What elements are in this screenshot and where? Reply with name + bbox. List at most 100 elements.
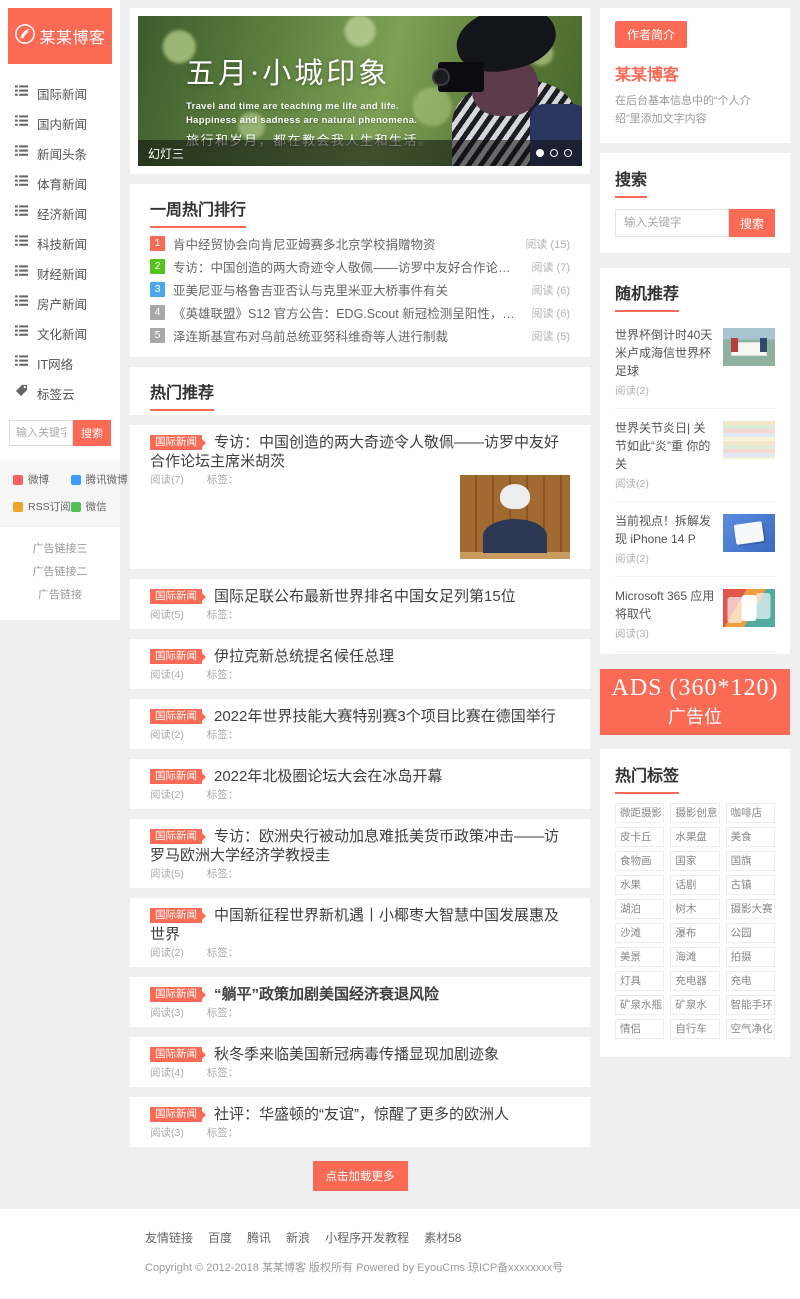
- category-badge[interactable]: 国际新闻: [150, 709, 202, 724]
- category-badge[interactable]: 国际新闻: [150, 769, 202, 784]
- tag-item[interactable]: 自行车: [670, 1019, 719, 1039]
- ad-link[interactable]: 广告链接三: [33, 540, 88, 556]
- sidebar-nav-item-tagcloud[interactable]: 标签云: [0, 378, 120, 408]
- friend-link[interactable]: 素材58: [424, 1229, 461, 1246]
- tag-item[interactable]: 灯具: [615, 971, 664, 991]
- slider-dot[interactable]: [564, 149, 572, 157]
- article-title[interactable]: 中国新征程世界新机遇丨小椰枣大智慧中国发展惠及世界: [150, 907, 559, 943]
- category-badge[interactable]: 国际新闻: [150, 589, 202, 604]
- slider[interactable]: 五月·小城印象 Travel and time are teaching me …: [138, 16, 582, 166]
- tag-item[interactable]: 充电: [726, 971, 775, 991]
- sidebar-nav-item[interactable]: 房产新闻: [0, 288, 120, 318]
- article-title[interactable]: 专访：中国创造的两大奇迹令人敬佩——访罗中友好合作论坛主席米胡茨: [150, 434, 559, 470]
- recommend-item[interactable]: Microsoft 365 应用将取代 阅读(3): [615, 577, 775, 652]
- ad-banner[interactable]: ADS (360*120) 广告位: [600, 669, 790, 735]
- article-thumbnail[interactable]: [460, 475, 570, 559]
- recommend-item[interactable]: 世界关节炎日| 关节如此“炎”重 你的关 阅读(2): [615, 409, 775, 502]
- rank-list-item[interactable]: 5 泽连斯基宣布对乌前总统亚努科维奇等人进行制裁 阅读 (5): [150, 324, 570, 347]
- ad-link[interactable]: 广告链接二: [33, 563, 88, 579]
- tag-item[interactable]: 情侣: [615, 1019, 664, 1039]
- tag-item[interactable]: 公园: [726, 923, 775, 943]
- category-badge[interactable]: 国际新闻: [150, 435, 202, 450]
- category-badge[interactable]: 国际新闻: [150, 829, 202, 844]
- tag-item[interactable]: 摄影大赛: [726, 899, 775, 919]
- friend-link[interactable]: 腾讯: [247, 1229, 271, 1246]
- ad-link[interactable]: 广告链接: [38, 586, 82, 602]
- article-card: 国际新闻专访：欧洲央行被动加息难抵美货币政策冲击——访罗马欧洲大学经济学教授圭 …: [130, 819, 590, 888]
- category-badge[interactable]: 国际新闻: [150, 1047, 202, 1062]
- friend-link[interactable]: 小程序开发教程: [325, 1229, 409, 1246]
- search-button[interactable]: 搜索: [729, 209, 775, 237]
- sidebar-nav-item[interactable]: IT网络: [0, 348, 120, 378]
- category-badge[interactable]: 国际新闻: [150, 908, 202, 923]
- category-badge[interactable]: 国际新闻: [150, 649, 202, 664]
- tag-item[interactable]: 微距摄影: [615, 803, 664, 823]
- sidebar-nav-item[interactable]: 经济新闻: [0, 198, 120, 228]
- article-title[interactable]: 伊拉克新总统提名候任总理: [214, 648, 394, 665]
- rank-list-item[interactable]: 1 肯中经贸协会向肯尼亚姆赛多北京学校捐赠物资 阅读 (15): [150, 232, 570, 255]
- hot-recommend-card: 热门推荐: [130, 367, 590, 415]
- tag-item[interactable]: 美景: [615, 947, 664, 967]
- tag-item[interactable]: 充电器: [670, 971, 719, 991]
- tag-item[interactable]: 水果: [615, 875, 664, 895]
- sidebar-nav-item[interactable]: 文化新闻: [0, 318, 120, 348]
- search-input[interactable]: [615, 209, 729, 237]
- random-recommend-list: 世界杯倒计时40天 米卢成海信世界杯足球 阅读(2) 世界关节炎日| 关节如此“…: [615, 316, 775, 652]
- article-title[interactable]: “躺平”政策加剧美国经济衰退风险: [214, 986, 439, 1003]
- tag-item[interactable]: 拍摄: [726, 947, 775, 967]
- slider-dot[interactable]: [550, 149, 558, 157]
- article-title[interactable]: 国际足联公布最新世界排名中国女足列第15位: [214, 588, 516, 605]
- rank-list-item[interactable]: 3 亚美尼亚与格鲁吉亚否认与克里米亚大桥事件有关 阅读 (6): [150, 278, 570, 301]
- article-title[interactable]: 2022年世界技能大赛特别赛3个项目比赛在德国举行: [214, 708, 556, 725]
- friend-link[interactable]: 新浪: [286, 1229, 310, 1246]
- tag-item[interactable]: 树木: [670, 899, 719, 919]
- rank-list-item[interactable]: 2 专访：中国创造的两大奇迹令人敬佩——访罗中友好合作论坛主席米胡茨 阅读 (7…: [150, 255, 570, 278]
- sidebar-search-input[interactable]: [9, 420, 73, 446]
- article-title[interactable]: 秋冬季来临美国新冠病毒传播显现加剧迹象: [214, 1046, 499, 1063]
- article-title[interactable]: 专访：欧洲央行被动加息难抵美货币政策冲击——访罗马欧洲大学经济学教授圭: [150, 828, 559, 864]
- category-badge[interactable]: 国际新闻: [150, 1107, 202, 1122]
- tag-item[interactable]: 咖啡店: [726, 803, 775, 823]
- social-link[interactable]: 微博: [13, 472, 71, 487]
- sidebar-nav-item[interactable]: 体育新闻: [0, 168, 120, 198]
- recommend-item[interactable]: 世界杯倒计时40天 米卢成海信世界杯足球 阅读(2): [615, 316, 775, 409]
- sidebar-search-button[interactable]: 搜索: [73, 420, 111, 446]
- tag-item[interactable]: 食物画: [615, 851, 664, 871]
- social-link[interactable]: 腾讯微博: [71, 472, 128, 487]
- sidebar-nav-item[interactable]: 科技新闻: [0, 228, 120, 258]
- social-link[interactable]: 微信: [71, 499, 128, 514]
- read-count: 阅读 (5): [532, 328, 571, 344]
- tag-item[interactable]: 瀑布: [670, 923, 719, 943]
- sidebar-nav-item[interactable]: 财经新闻: [0, 258, 120, 288]
- article-title[interactable]: 社评：华盛顿的“友谊”，惊醒了更多的欧洲人: [214, 1106, 509, 1123]
- tag-item[interactable]: 沙滩: [615, 923, 664, 943]
- tag-item[interactable]: 古镇: [726, 875, 775, 895]
- tag-item[interactable]: 国家: [670, 851, 719, 871]
- tag-item[interactable]: 话剧: [670, 875, 719, 895]
- load-more-button[interactable]: 点击加载更多: [313, 1161, 408, 1191]
- site-logo[interactable]: 某某博客: [8, 8, 112, 64]
- tag-item[interactable]: 摄影创意: [670, 803, 719, 823]
- recommend-item[interactable]: 当前视点！拆解发现 iPhone 14 P 阅读(2): [615, 502, 775, 577]
- friend-link[interactable]: 百度: [208, 1229, 232, 1246]
- category-badge[interactable]: 国际新闻: [150, 987, 202, 1002]
- sidebar-nav-item[interactable]: 新闻头条: [0, 138, 120, 168]
- tag-item[interactable]: 矿泉水: [670, 995, 719, 1015]
- tag-item[interactable]: 皮卡丘: [615, 827, 664, 847]
- tag-item[interactable]: 湖泊: [615, 899, 664, 919]
- tag-item[interactable]: 国旗: [726, 851, 775, 871]
- tag-item[interactable]: 智能手环: [726, 995, 775, 1015]
- tag-item[interactable]: 水果盘: [670, 827, 719, 847]
- article-card: 国际新闻专访：中国创造的两大奇迹令人敬佩——访罗中友好合作论坛主席米胡茨 阅读(…: [130, 425, 590, 569]
- sidebar-nav-item[interactable]: 国内新闻: [0, 108, 120, 138]
- tag-item[interactable]: 矿泉水瓶: [615, 995, 664, 1015]
- social-link[interactable]: RSS订阅: [13, 499, 71, 514]
- sidebar-nav-item[interactable]: 国际新闻: [0, 78, 120, 108]
- rank-list-item[interactable]: 4 《英雄联盟》S12 官方公告：EDG.Scout 新冠检测呈阳性，比赛顺序可…: [150, 301, 570, 324]
- slider-dot[interactable]: [536, 149, 544, 157]
- tag-item[interactable]: 海滩: [670, 947, 719, 967]
- tag-item[interactable]: 空气净化: [726, 1019, 775, 1039]
- tag-item[interactable]: 美食: [726, 827, 775, 847]
- article-title[interactable]: 2022年北极圈论坛大会在冰岛开幕: [214, 768, 442, 785]
- list-icon: [15, 294, 28, 312]
